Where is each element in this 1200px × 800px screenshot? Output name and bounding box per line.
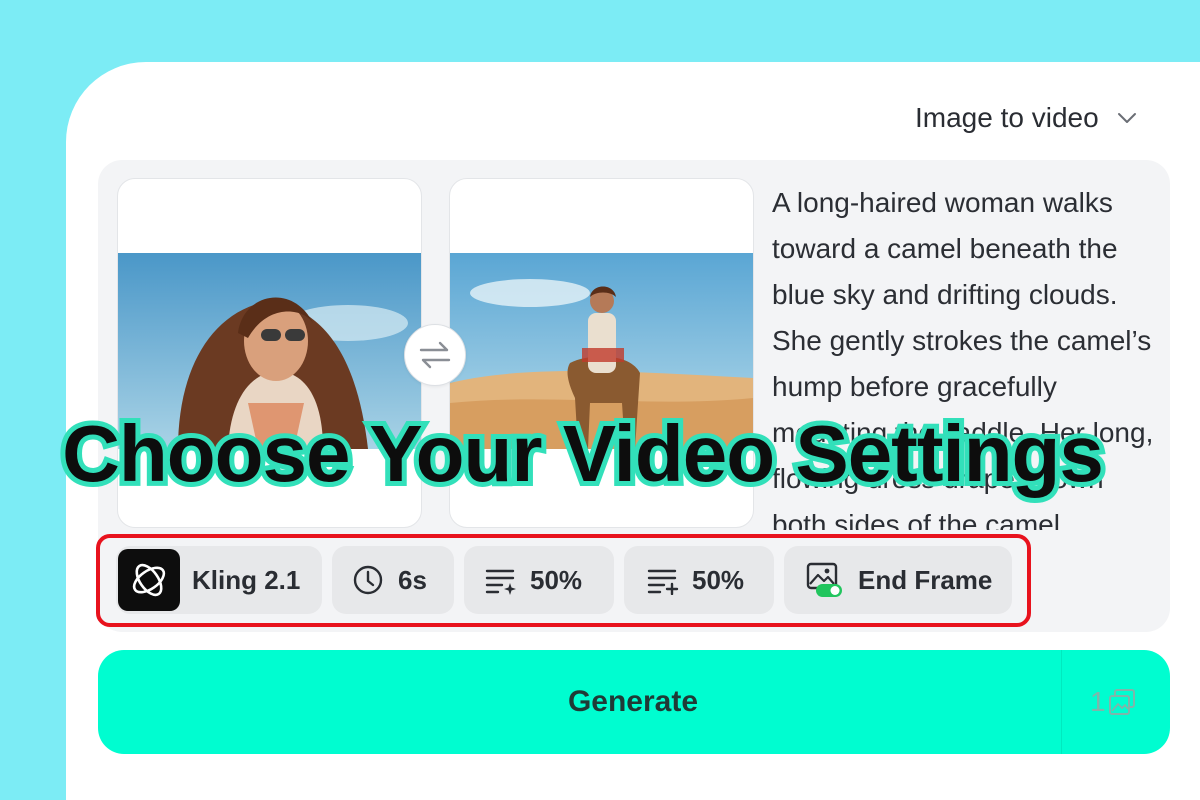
credit-count: 1: [1090, 686, 1106, 717]
swap-arrows-icon: [419, 341, 451, 369]
parameter-chip-2[interactable]: 50%: [624, 546, 774, 614]
clock-icon: [353, 565, 383, 595]
swap-frames-button[interactable]: [404, 324, 466, 386]
generate-label: Generate: [567, 685, 699, 718]
overlay-title: Choose Your Video Settings: [57, 404, 1109, 503]
duration-chip[interactable]: 6s: [332, 546, 454, 614]
chevron-down-icon: [1117, 113, 1136, 123]
image-stack-icon: [1108, 689, 1135, 715]
parameter-1-label: 50%: [530, 564, 583, 595]
generate-button[interactable]: Generate 1: [98, 650, 1170, 754]
credit-cost: 1: [1090, 650, 1136, 754]
generate-divider: [1061, 650, 1062, 754]
model-label: Kling 2.1: [192, 564, 301, 595]
mode-selector[interactable]: Image to video: [915, 98, 1139, 138]
end-frame-label: End Frame: [858, 564, 993, 595]
parameter-chip-1[interactable]: 50%: [464, 546, 614, 614]
image-toggle-icon: [806, 562, 842, 597]
duration-label: 6s: [398, 564, 427, 595]
end-frame-toggle-chip[interactable]: End Frame: [784, 546, 1012, 614]
kling-logo-icon: [118, 549, 180, 611]
model-selector-chip[interactable]: Kling 2.1: [116, 546, 322, 614]
mode-selector-label: Image to video: [915, 102, 1099, 133]
parameter-2-label: 50%: [692, 564, 745, 595]
list-sparkle-icon: [485, 569, 516, 595]
list-plus-icon: [647, 569, 679, 595]
video-settings-bar: Kling 2.1 6s 50% 50% End Frame: [116, 546, 1012, 614]
